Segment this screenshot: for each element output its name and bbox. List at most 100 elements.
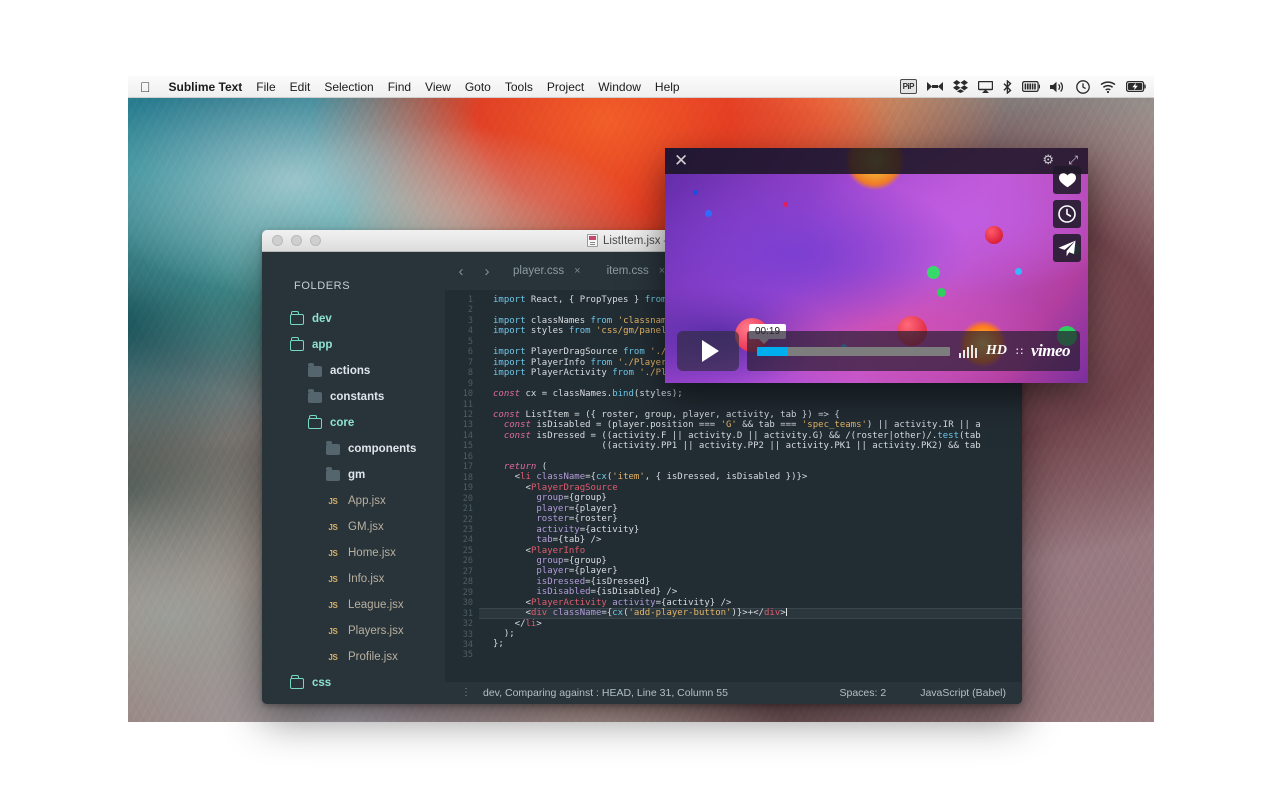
gear-icon[interactable]: ⚙ — [1042, 152, 1054, 168]
code-line[interactable]: <li className={cx('item', { isDressed, i… — [479, 472, 1022, 482]
time-machine-icon[interactable] — [1076, 79, 1090, 94]
close-icon[interactable]: × — [574, 265, 580, 277]
like-heart-icon[interactable] — [1053, 166, 1081, 194]
share-send-icon[interactable] — [1053, 234, 1081, 262]
volume-icon[interactable] — [1050, 79, 1066, 94]
tree-item-info-jsx[interactable]: JS Info.jsx — [262, 566, 445, 592]
tree-item-league-jsx[interactable]: JS League.jsx — [262, 592, 445, 618]
zoom-window-button[interactable] — [310, 235, 321, 246]
code-line[interactable]: <PlayerInfo — [479, 546, 1022, 556]
code-line[interactable]: player={player} — [479, 504, 1022, 514]
apple-menu-icon[interactable]:  — [136, 80, 155, 94]
pip-icon[interactable]: PiP — [899, 79, 917, 94]
hd-badge[interactable]: HD — [986, 343, 1007, 359]
menu-item-help[interactable]: Help — [655, 80, 680, 94]
vimeo-video-overlay[interactable]: ✕ ⚙ ⤢ 00:19 HD ∷ vimeo — [665, 148, 1088, 383]
tree-item-players-jsx[interactable]: JS Players.jsx — [262, 618, 445, 644]
sidebar-toggle-icon[interactable]: ⋮ — [461, 688, 471, 698]
line-number: 30 — [462, 598, 473, 609]
code-line[interactable]: isDisabled={isDisabled} /> — [479, 587, 1022, 597]
code-line[interactable]: roster={roster} — [479, 514, 1022, 524]
menu-app-name[interactable]: Sublime Text — [169, 80, 243, 94]
code-line[interactable]: <PlayerDragSource — [479, 483, 1022, 493]
code-line[interactable]: group={group} — [479, 556, 1022, 566]
menu-item-window[interactable]: Window — [598, 80, 641, 94]
code-line[interactable]: ); — [479, 629, 1022, 639]
menu-item-tools[interactable]: Tools — [505, 80, 533, 94]
sidebar[interactable]: FOLDERS dev app actions constants core compon… — [262, 252, 445, 704]
tree-item-label: components — [348, 443, 417, 455]
document-icon — [587, 234, 599, 247]
js-file-icon: JS — [328, 600, 338, 610]
text-caret — [785, 608, 787, 617]
code-line[interactable]: const isDisabled = (player.position === … — [479, 420, 1022, 430]
tree-item-home-jsx[interactable]: JS Home.jsx — [262, 540, 445, 566]
tree-item-gm[interactable]: gm — [262, 462, 445, 488]
js-file-icon: JS — [328, 496, 338, 506]
wifi-icon[interactable] — [1100, 79, 1116, 94]
tab-player-css[interactable]: player.css × — [501, 252, 593, 290]
folder-tree[interactable]: dev app actions constants core components gm JS… — [262, 306, 445, 696]
tree-item-css[interactable]: css — [262, 670, 445, 696]
video-control-bar[interactable]: HD ∷ vimeo — [747, 331, 1080, 371]
line-number: 29 — [462, 587, 473, 598]
code-line[interactable]: <PlayerActivity activity={activity} /> — [479, 598, 1022, 608]
tree-item-constants[interactable]: constants — [262, 384, 445, 410]
code-line[interactable]: isDressed={isDressed} — [479, 577, 1022, 587]
code-line[interactable]: const cx = classNames.bind(styles); — [479, 389, 1022, 399]
menu-item-file[interactable]: File — [256, 80, 275, 94]
code-line[interactable]: ((activity.PP1 || activity.PP2 || activi… — [479, 441, 1022, 451]
tree-item-label: gm — [348, 469, 366, 481]
progress-fill — [757, 346, 788, 356]
progress-scrubber[interactable] — [757, 346, 950, 356]
tree-item-actions[interactable]: actions — [262, 358, 445, 384]
code-line[interactable]: const ListItem = ({ roster, group, playe… — [479, 410, 1022, 420]
tree-item-gm-jsx[interactable]: JS GM.jsx — [262, 514, 445, 540]
volume-equalizer-icon[interactable] — [958, 344, 977, 358]
menu-item-selection[interactable]: Selection — [324, 80, 373, 94]
tree-item-dev[interactable]: dev — [262, 306, 445, 332]
code-line[interactable]: group={group} — [479, 493, 1022, 503]
nav-back-icon[interactable]: ‹ — [449, 263, 473, 280]
video-bokeh-blob — [1015, 268, 1022, 275]
play-button[interactable] — [677, 331, 739, 371]
status-syntax[interactable]: JavaScript (Babel) — [920, 687, 1006, 699]
tree-item-app-jsx[interactable]: JS App.jsx — [262, 488, 445, 514]
tree-item-profile-jsx[interactable]: JS Profile.jsx — [262, 644, 445, 670]
video-bokeh-blob — [705, 210, 712, 217]
watch-later-clock-icon[interactable] — [1053, 200, 1081, 228]
battery-level-icon[interactable] — [1022, 79, 1040, 94]
close-icon[interactable]: ✕ — [674, 152, 688, 170]
code-line[interactable] — [479, 452, 1022, 462]
minimize-window-button[interactable] — [291, 235, 302, 246]
code-line[interactable]: player={player} — [479, 566, 1022, 576]
nav-forward-icon[interactable]: › — [475, 263, 499, 280]
menu-item-goto[interactable]: Goto — [465, 80, 491, 94]
tab-label: item.css — [606, 265, 649, 277]
code-line[interactable]: tab={tab} /> — [479, 535, 1022, 545]
airplay-icon[interactable] — [978, 79, 993, 94]
tree-item-components[interactable]: components — [262, 436, 445, 462]
menu-item-edit[interactable]: Edit — [290, 80, 311, 94]
code-line[interactable]: </li> — [479, 619, 1022, 629]
code-line[interactable] — [479, 650, 1022, 660]
code-line[interactable]: }; — [479, 639, 1022, 649]
bluetooth-icon[interactable] — [1003, 79, 1012, 94]
battery-charging-icon[interactable] — [1126, 79, 1146, 94]
menu-item-project[interactable]: Project — [547, 80, 584, 94]
code-line[interactable]: activity={activity} — [479, 525, 1022, 535]
tree-item-core[interactable]: core — [262, 410, 445, 436]
dropbox-icon[interactable] — [953, 79, 968, 94]
code-line[interactable] — [479, 399, 1022, 409]
bowtie-icon[interactable] — [927, 79, 943, 94]
status-indentation[interactable]: Spaces: 2 — [840, 687, 887, 699]
menu-item-view[interactable]: View — [425, 80, 451, 94]
vimeo-logo[interactable]: vimeo — [1031, 341, 1071, 361]
tree-item-app[interactable]: app — [262, 332, 445, 358]
menu-item-find[interactable]: Find — [388, 80, 411, 94]
code-line[interactable]: <div className={cx('add-player-button')}… — [479, 608, 1022, 619]
code-line[interactable]: const isDressed = ((activity.F || activi… — [479, 431, 1022, 441]
close-window-button[interactable] — [272, 235, 283, 246]
tree-item-label: constants — [330, 391, 385, 403]
code-line[interactable]: return ( — [479, 462, 1022, 472]
